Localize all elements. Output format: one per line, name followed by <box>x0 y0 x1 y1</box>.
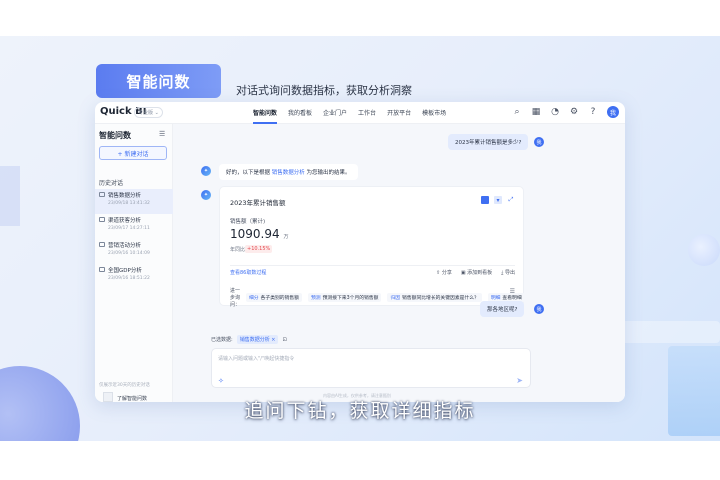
chat-icon <box>99 242 105 247</box>
history-item-time: 23/09/16 18:51:22 <box>108 276 150 281</box>
dataset-switch-icon[interactable]: ⊡ <box>282 337 286 343</box>
card-title: 2023年累计销售额 <box>230 199 286 207</box>
chip-text: 各子类别的销售额 <box>260 296 299 301</box>
chat-icon <box>99 192 105 197</box>
search-icon[interactable]: ⌕ <box>512 107 522 117</box>
video-caption: 追问下钻，获取详细指标 <box>244 400 476 422</box>
follow-up-chip[interactable]: 归因 销售额同比增长的关键因素是什么？ <box>387 293 482 302</box>
user-avatar-small: 我 <box>534 304 544 314</box>
bot-message-tail: 为您输出的结果。 <box>306 170 351 176</box>
history-item[interactable]: 营销活动分析 23/09/16 10:14:09 <box>95 239 173 264</box>
top-nav: 智能问数 我的看板 企业门户 工作台 开放平台 模板市场 <box>253 108 446 117</box>
export-button[interactable]: ⤓ 导出 <box>501 269 515 276</box>
bot-avatar: ✦ <box>201 166 211 176</box>
chat-area: 2023年累计销售额是多少? 我 ✦ 好的，以下是根据 销售数据分析 为您输出的… <box>173 124 625 402</box>
more-menu-icon[interactable]: ☰ <box>510 288 515 295</box>
question-input[interactable]: 请输入问题或输入"/"唤起快捷指令 ✧ ➤ <box>211 348 531 388</box>
chip-tag: 预测 <box>311 296 321 301</box>
history-item-name: 销售数据分析 <box>108 193 142 199</box>
chip-tag: 归因 <box>390 296 401 301</box>
new-chat-button[interactable]: + 新建对话 <box>99 146 167 160</box>
follow-up-lead: 进一步询问： <box>230 288 241 308</box>
selected-dataset-name: 销售数据分析 <box>239 337 270 343</box>
metric-value: 1090.94 万 <box>230 227 288 241</box>
nav-item-portal[interactable]: 企业门户 <box>323 108 347 117</box>
follow-up-chip[interactable]: 细分 各子类别的销售额 <box>246 293 302 302</box>
history-item-name: 渠道获客分析 <box>108 218 142 224</box>
history-item-time: 23/09/17 14:27:11 <box>108 226 150 231</box>
share-button[interactable]: ⇪ 分享 <box>436 269 452 276</box>
card-actions: ⇪ 分享 ▣ 添加到看板 ⤓ 导出 <box>436 269 515 276</box>
history-list: 销售数据分析 23/09/18 13:41:32 渠道获客分析 23/09/17… <box>95 189 173 289</box>
bot-avatar: ✦ <box>201 190 211 200</box>
sidebar-title: 智能问数 <box>99 131 131 140</box>
history-item[interactable]: 全国GDP分析 23/09/16 18:51:22 <box>95 264 173 289</box>
history-item-time: 23/09/18 13:41:32 <box>108 201 150 206</box>
history-item[interactable]: 渠道获客分析 23/09/17 14:27:11 <box>95 214 173 239</box>
chip-text: 销售额同比增长的关键因素是什么？ <box>402 296 479 301</box>
chart-type-icon[interactable]: ▾ <box>494 196 502 204</box>
history-title: 历史对话 <box>99 180 124 187</box>
history-item-name: 全国GDP分析 <box>108 268 142 274</box>
follow-up-chip[interactable]: 预测 预测接下来3个月的销售额 <box>308 293 382 302</box>
magic-wand-icon[interactable]: ✧ <box>218 377 224 385</box>
result-card: 2023年累计销售额 ▾ ⤢ 销售额（累计) 1090.94 万 年同比 +10… <box>219 186 525 308</box>
promo-stage: 智能问数 对话式询问数据指标，获取分析洞察 Quick BI 专业版 ⌄ 智能问… <box>0 36 720 441</box>
metric-number: 1090.94 <box>230 227 280 241</box>
metric-name: 销售额（累计) <box>230 219 266 225</box>
collapse-icon[interactable]: ☰ <box>159 130 165 138</box>
bot-message-text: 好的，以下是根据 <box>226 170 271 176</box>
bell-icon[interactable]: ◔ <box>550 107 560 117</box>
card-tools: ▾ ⤢ <box>481 196 515 204</box>
history-item-name: 营销活动分析 <box>108 243 142 249</box>
decor-edge <box>0 166 20 226</box>
view-process-link[interactable]: 查看86取数过程 <box>230 269 266 276</box>
metric-unit: 万 <box>283 234 289 240</box>
history-footer-note: 仅展示近30天的历史对话 <box>99 383 150 388</box>
grid-icon[interactable]: ▦ <box>531 107 541 117</box>
top-tools: ⌕ ▦ ◔ ⚙ ? 我 <box>512 106 619 118</box>
history-item-time: 23/09/16 10:14:09 <box>108 251 150 256</box>
selected-dataset-chip[interactable]: 销售数据分析 × <box>236 335 279 344</box>
hero-subtitle: 对话式询问数据指标，获取分析洞察 <box>236 84 412 97</box>
nav-item-open-platform[interactable]: 开放平台 <box>387 108 411 117</box>
add-to-dashboard-label: 添加到看板 <box>467 270 493 276</box>
sidebar: 智能问数 ☰ + 新建对话 历史对话 销售数据分析 23/09/18 13:41… <box>95 124 173 402</box>
version-badge[interactable]: 专业版 ⌄ <box>134 107 163 118</box>
yoy-label: 年同比 <box>230 247 246 253</box>
nav-item-my-dashboards[interactable]: 我的看板 <box>288 108 312 117</box>
chat-icon <box>99 267 105 272</box>
version-label: 专业版 <box>138 110 154 116</box>
history-item[interactable]: 销售数据分析 23/09/18 13:41:32 <box>95 189 173 214</box>
user-message: 2023年累计销售额是多少? <box>448 134 529 150</box>
top-bar: Quick BI 专业版 ⌄ 智能问数 我的看板 企业门户 工作台 开放平台 模… <box>95 102 625 124</box>
user-message: 那各地区呢? <box>480 301 525 317</box>
expand-icon[interactable]: ⤢ <box>507 196 515 204</box>
yoy-value: +10.15% <box>245 245 273 253</box>
input-placeholder: 请输入问题或输入"/"唤起快捷指令 <box>218 356 295 362</box>
nav-item-workbench[interactable]: 工作台 <box>358 108 376 117</box>
user-avatar-small: 我 <box>534 137 544 147</box>
bot-message: 好的，以下是根据 销售数据分析 为您输出的结果。 <box>219 164 358 180</box>
dataset-link[interactable]: 销售数据分析 <box>272 170 305 176</box>
selected-data-row: 已选数据: 销售数据分析 × ⊡ <box>211 335 287 344</box>
chip-tag: 细分 <box>249 296 259 301</box>
send-icon[interactable]: ➤ <box>516 376 523 385</box>
selected-data-label: 已选数据: <box>211 337 233 343</box>
user-avatar[interactable]: 我 <box>607 106 619 118</box>
nav-item-ask-data[interactable]: 智能问数 <box>253 108 277 117</box>
app-window: Quick BI 专业版 ⌄ 智能问数 我的看板 企业门户 工作台 开放平台 模… <box>95 102 625 402</box>
help-icon[interactable]: ? <box>588 107 598 117</box>
add-to-dashboard-button[interactable]: ▣ 添加到看板 <box>461 269 492 276</box>
hero-badge: 智能问数 <box>96 64 221 98</box>
chat-icon <box>99 217 105 222</box>
card-divider <box>230 265 515 266</box>
share-label: 分享 <box>441 270 452 276</box>
nav-item-template-market[interactable]: 模板市场 <box>422 108 446 117</box>
chip-text: 预测接下来3个月的销售额 <box>322 296 379 301</box>
settings-icon[interactable]: ⚙ <box>569 107 579 117</box>
card-view-icon[interactable] <box>481 196 489 204</box>
export-label: 导出 <box>504 270 515 276</box>
decor-orb-small <box>688 234 720 266</box>
